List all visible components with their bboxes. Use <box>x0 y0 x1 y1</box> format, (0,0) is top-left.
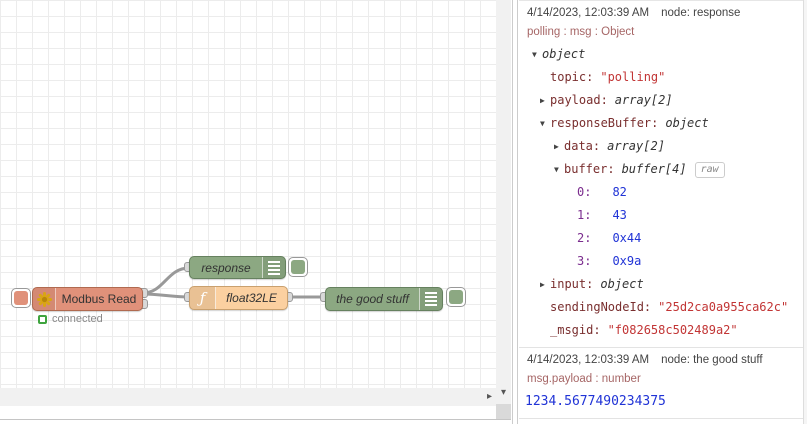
buffer-index-key: 2: <box>577 231 592 245</box>
collapse-arrow-icon[interactable]: ▼ <box>540 112 550 135</box>
expand-arrow-icon[interactable]: ▶ <box>554 135 564 158</box>
value-type: array[2] <box>607 139 665 153</box>
tree-row: 2: 0x44 <box>519 227 807 250</box>
goodstuff-debug-toggle-button[interactable] <box>446 287 466 307</box>
object-key: sendingNodeId: <box>550 300 652 314</box>
expand-arrow-icon[interactable]: ▶ <box>540 89 550 112</box>
object-key: topic: <box>550 70 594 84</box>
debug-message: 4/14/2023, 12:03:39 AM node: response pol… <box>519 0 807 348</box>
node-response[interactable]: response <box>189 256 286 279</box>
value-type: buffer[4] <box>621 162 687 176</box>
scroll-right-arrow-icon[interactable]: ▸ <box>487 390 492 404</box>
value-number: 82 <box>612 185 627 199</box>
status-label: connected <box>52 313 103 325</box>
source-node: node: the good stuff <box>661 354 763 366</box>
sidebar-resize-divider[interactable] <box>512 0 518 424</box>
value-number: 0x44 <box>612 231 642 245</box>
modbus-icon <box>33 288 56 310</box>
object-key: responseBuffer: <box>550 116 659 130</box>
scrollbar-corner <box>496 404 511 420</box>
wire-modbus-to-float32[interactable] <box>142 292 190 299</box>
tree-row: sendingNodeId: "25d2ca0a955ca62c" <box>519 296 807 319</box>
tree-row: ▶ input: object <box>519 273 807 296</box>
message-meta: 4/14/2023, 12:03:39 AM node: response <box>519 4 807 23</box>
source-node: node: response <box>661 7 741 19</box>
value-type: object <box>542 47 586 61</box>
value-type: array[2] <box>614 93 673 107</box>
debug-list-icon <box>419 288 442 310</box>
node-label: Modbus Read <box>61 292 137 306</box>
buffer-index-key: 1: <box>577 208 592 222</box>
object-tree: ▼ object topic: "polling" ▶ payload: array[2… <box>519 43 807 342</box>
node-red-window: Modbus Read connected response ƒ float32… <box>0 0 807 424</box>
tree-row: 0: 82 <box>519 181 807 204</box>
wire-modbus-to-response[interactable] <box>142 266 190 295</box>
debug-sidebar: 4/14/2023, 12:03:39 AM node: response pol… <box>519 0 807 424</box>
raw-button[interactable]: raw <box>694 162 725 178</box>
tree-row: ▶ payload: array[2] <box>519 89 807 112</box>
payload-value: 1234.5677490234375 <box>525 394 666 409</box>
value-number: 43 <box>612 208 627 222</box>
collapse-arrow-icon[interactable]: ▼ <box>532 43 542 66</box>
tree-row: 3: 0x9a <box>519 250 807 273</box>
node-the-good-stuff[interactable]: the good stuff <box>325 287 443 311</box>
vertical-scrollbar[interactable]: ▾ <box>496 0 511 404</box>
node-label: the good stuff <box>336 292 409 306</box>
message-path: msg.payload : number <box>527 373 641 385</box>
timestamp: 4/14/2023, 12:03:39 AM <box>527 7 650 19</box>
tree-row: ▼ responseBuffer: object <box>519 112 807 135</box>
node-label: float32LE <box>226 291 277 305</box>
tree-row: ▼ object <box>519 43 807 66</box>
tree-row: topic: "polling" <box>519 66 807 89</box>
value-number: 0x9a <box>612 254 642 268</box>
workspace-bottom-border <box>0 419 511 420</box>
node-modbus-read[interactable]: Modbus Read <box>32 287 143 311</box>
tree-row: 1: 43 <box>519 204 807 227</box>
tree-row: ▼ buffer: buffer[4] raw <box>519 158 807 181</box>
message-path: polling : msg : Object <box>527 26 635 38</box>
node-float32le[interactable]: ƒ float32LE <box>189 286 288 310</box>
value-string: "25d2ca0a955ca62c" <box>658 300 789 314</box>
object-key: buffer: <box>564 162 615 176</box>
horizontal-scrollbar[interactable]: ▸ <box>0 388 496 406</box>
flow-canvas[interactable]: Modbus Read connected response ƒ float32… <box>0 0 496 388</box>
function-icon: ƒ <box>190 287 216 309</box>
buffer-index-key: 3: <box>577 254 592 268</box>
buffer-index-key: 0: <box>577 185 592 199</box>
object-key: data: <box>564 139 601 153</box>
modbus-node-button[interactable] <box>11 288 31 308</box>
debug-message: 4/14/2023, 12:03:39 AM node: the good stu… <box>519 348 807 419</box>
object-key: payload: <box>550 93 608 107</box>
sidebar-scrollbar-edge[interactable] <box>803 0 807 424</box>
node-label: response <box>201 260 251 275</box>
scroll-down-arrow-icon[interactable]: ▾ <box>496 386 511 400</box>
object-key: input: <box>550 277 594 291</box>
tree-row: _msgid: "f082658c502489a2" <box>519 319 807 342</box>
debug-list-icon <box>262 257 285 278</box>
expand-arrow-icon[interactable]: ▶ <box>540 273 550 296</box>
message-meta: 4/14/2023, 12:03:39 AM node: the good stu… <box>519 351 807 370</box>
status-connected-icon <box>38 314 47 324</box>
value-string: "polling" <box>600 70 666 84</box>
value-type: object <box>665 116 709 130</box>
tree-row: ▶ data: array[2] <box>519 135 807 158</box>
value-string: "f082658c502489a2" <box>607 323 738 337</box>
object-key: _msgid: <box>550 323 601 337</box>
modbus-node-status: connected <box>38 313 103 325</box>
wires-layer <box>142 266 325 299</box>
response-debug-toggle-button[interactable] <box>288 257 308 277</box>
value-type: object <box>600 277 644 291</box>
timestamp: 4/14/2023, 12:03:39 AM <box>527 354 650 366</box>
collapse-arrow-icon[interactable]: ▼ <box>554 158 564 181</box>
